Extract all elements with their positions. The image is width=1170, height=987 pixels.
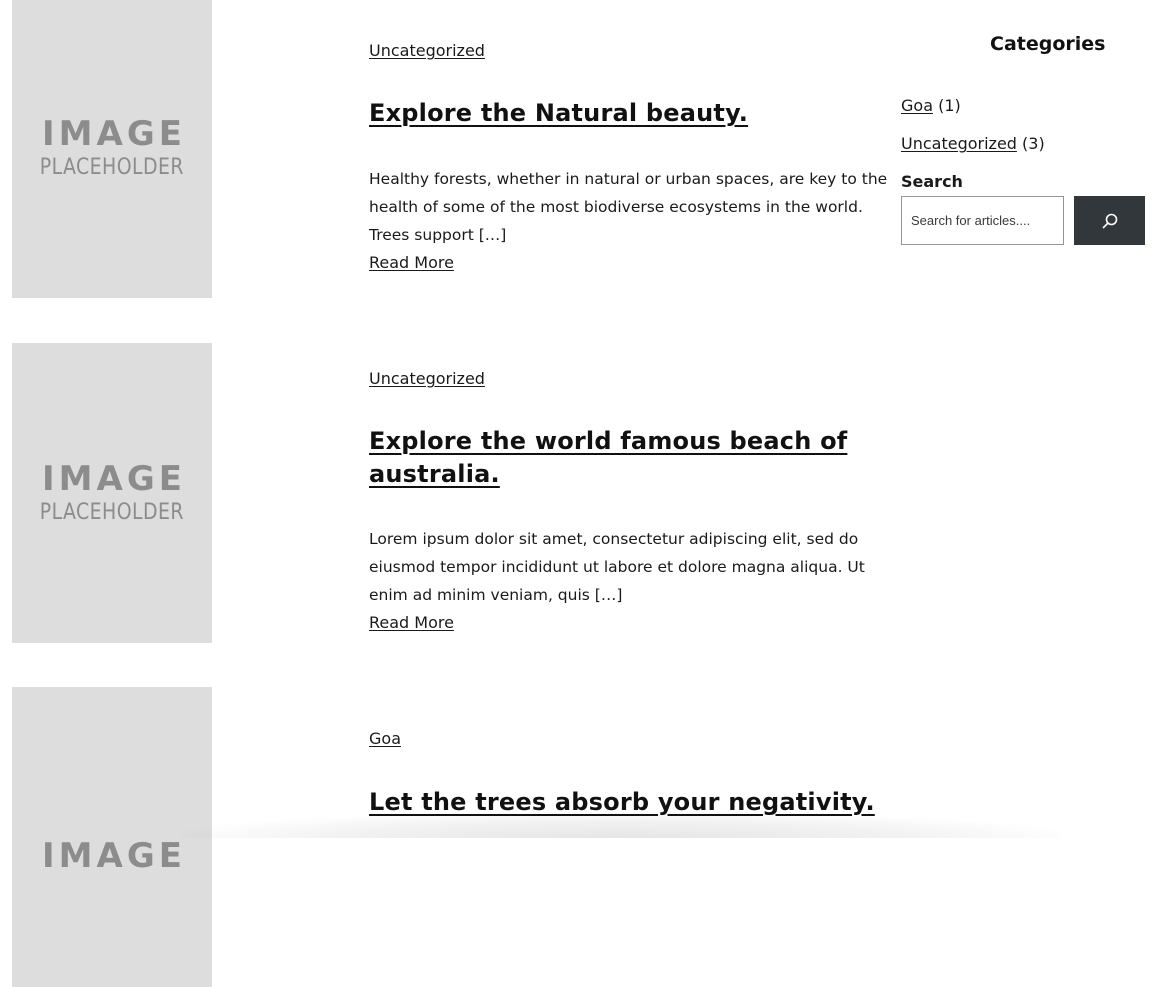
post-thumbnail[interactable]: IMAGE PLACEHOLDER	[12, 343, 212, 643]
categories-heading: Categories	[990, 33, 1106, 55]
placeholder-image-label: IMAGE	[42, 836, 186, 876]
search-button[interactable]	[1074, 196, 1145, 245]
post-category-link[interactable]: Uncategorized	[369, 369, 485, 389]
post-title-link[interactable]: Let the trees absorb your negativity.	[369, 786, 889, 819]
placeholder-image-label: IMAGE	[42, 459, 186, 499]
post-excerpt: Healthy forests, whether in natural or u…	[369, 170, 888, 244]
post-thumbnail[interactable]: IMAGE PLACEHOLDER	[12, 0, 212, 298]
placeholder-sub-label: PLACEHOLDER	[39, 155, 185, 180]
category-link[interactable]: Goa	[901, 96, 933, 115]
post-excerpt: Lorem ipsum dolor sit amet, consectetur …	[369, 530, 865, 604]
post-category-link[interactable]: Uncategorized	[369, 41, 485, 61]
category-item-uncategorized: Uncategorized (3)	[901, 132, 1045, 156]
category-count: (1)	[938, 96, 961, 115]
search-label: Search	[901, 172, 963, 191]
search-input[interactable]	[901, 196, 1064, 245]
read-more-link[interactable]: Read More	[369, 249, 454, 277]
category-link[interactable]: Uncategorized	[901, 134, 1017, 153]
read-more-link[interactable]: Read More	[369, 609, 454, 637]
post-title-link[interactable]: Explore the world famous beach of austra…	[369, 425, 889, 491]
placeholder-sub-label: PLACEHOLDER	[39, 500, 185, 525]
placeholder-image-label: IMAGE	[42, 114, 186, 154]
post-thumbnail[interactable]: IMAGE	[12, 687, 212, 987]
post-title-link[interactable]: Explore the Natural beauty.	[369, 97, 889, 130]
search-icon	[1101, 212, 1119, 230]
category-count: (3)	[1022, 134, 1045, 153]
post-category-link[interactable]: Goa	[369, 729, 401, 749]
category-item-goa: Goa (1)	[901, 94, 961, 118]
